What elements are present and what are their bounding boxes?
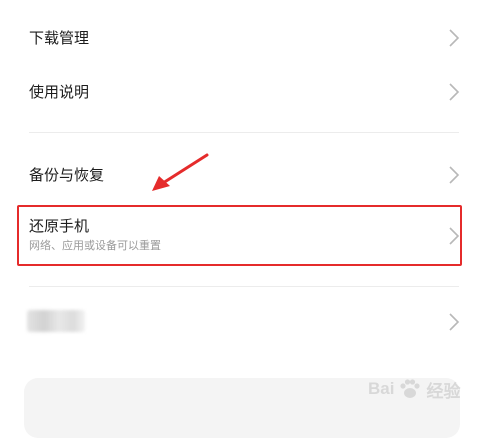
settings-item-label: 备份与恢复 [29, 166, 105, 184]
settings-item-label: 使用说明 [29, 83, 90, 101]
highlight-box [17, 205, 462, 266]
chevron-right-icon [449, 83, 460, 101]
watermark-text: Bai [368, 379, 395, 398]
settings-item-user-guide[interactable]: 使用说明 [0, 72, 484, 112]
chevron-right-icon [449, 166, 460, 184]
annotation-arrow-icon [152, 153, 209, 191]
paw-icon [400, 379, 421, 398]
settings-item-download-management[interactable]: 下载管理 [0, 18, 484, 58]
section-divider [29, 132, 459, 133]
chevron-right-icon [449, 29, 460, 47]
blurred-label [27, 310, 85, 332]
section-divider [29, 286, 459, 287]
settings-item-label: 下载管理 [29, 29, 90, 47]
watermark: Bai 经验 [368, 372, 460, 406]
chevron-right-icon [449, 313, 460, 331]
watermark-text-2: 经验 [426, 381, 461, 401]
settings-item-backup-restore[interactable]: 备份与恢复 [0, 155, 484, 195]
